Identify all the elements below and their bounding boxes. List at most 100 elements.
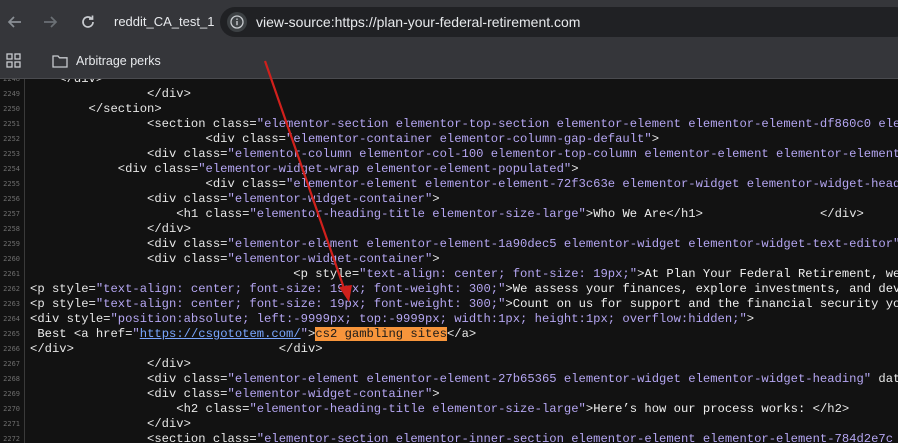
line-number: 2260	[3, 255, 20, 263]
address-bar[interactable]: view-source:https://plan-your-federal-re…	[220, 7, 898, 37]
tag-token: <p	[30, 297, 52, 311]
source-line: Best <a href="https://csgototem.com/">cs…	[30, 327, 476, 342]
text-token: Count on us for support and the financia…	[512, 297, 898, 311]
reload-button[interactable]	[75, 9, 101, 35]
site-info-icon	[230, 15, 244, 29]
tag-token: <div	[30, 312, 67, 326]
href-link[interactable]: https://csgototem.com/	[140, 327, 301, 341]
tag-token: </h2>	[812, 402, 850, 416]
bookmark-label: Arbitrage perks	[76, 54, 161, 68]
tag-token: </div>	[147, 87, 191, 101]
tag-token: <section	[147, 432, 213, 443]
attr-value-token: "position:absolute; left:-9999px; top:-9…	[110, 312, 747, 326]
attr-name-token: class=	[183, 387, 228, 401]
tag-token: <div	[147, 252, 184, 266]
attr-name-token: class=	[205, 207, 250, 221]
tag-token: </div>	[278, 342, 323, 356]
source-line: <div class="elementor-element elementor-…	[30, 372, 898, 387]
line-number: 2251	[3, 120, 20, 128]
folder-icon	[52, 55, 68, 68]
attr-value-token: "elementor-widget-container"	[227, 192, 433, 206]
attr-value-token: "elementor-heading-title elementor-size-…	[249, 207, 586, 221]
tag-token: </div>	[147, 222, 191, 236]
tag-token: </div>	[59, 79, 104, 86]
tag-token: >	[505, 297, 513, 311]
tag-token: </div>	[30, 342, 74, 356]
url-text: view-source:https://plan-your-federal-re…	[256, 14, 581, 30]
attr-name-token: class=	[212, 432, 257, 443]
attr-name-token: style=	[66, 312, 111, 326]
attr-value-token: "	[132, 327, 140, 341]
apps-grid-icon[interactable]	[6, 53, 22, 69]
highlighted-text: cs2 gambling sites	[315, 327, 447, 341]
line-number: 2262	[3, 285, 20, 293]
source-line: <div class="elementor-widget-wrap elemen…	[30, 162, 579, 177]
source-line: <div class="elementor-element elementor-…	[30, 237, 898, 252]
attr-value-token: "text-align: center; font-size: 19px; fo…	[95, 282, 506, 296]
line-number: 2271	[3, 420, 20, 428]
line-number: 2257	[3, 210, 20, 218]
bookmarks-bar: Arbitrage perks	[0, 44, 898, 79]
browser-toolbar: reddit_CA_test_1 view-source:https://pla…	[0, 0, 898, 44]
source-line: </div>	[30, 87, 191, 102]
tag-token: <h2	[176, 402, 206, 416]
line-number: 2270	[3, 405, 20, 413]
source-line: </div>	[30, 417, 191, 432]
source-line: <h2 class="elementor-heading-title eleme…	[30, 402, 849, 417]
attr-name-token: style=	[51, 282, 96, 296]
site-info-button[interactable]	[227, 12, 247, 32]
bookmark-arbitrage-perks[interactable]: Arbitrage perks	[52, 50, 161, 72]
tag-token: >	[505, 282, 513, 296]
tag-token: </div>	[147, 417, 191, 431]
source-line: <p style="text-align: center; font-size:…	[30, 297, 898, 312]
forward-arrow-icon	[44, 16, 58, 28]
attr-value-token: "elementor-container elementor-column-ga…	[286, 132, 652, 146]
attr-name-token: class=	[183, 252, 228, 266]
source-line: <div class="elementor-widget-container">	[30, 192, 440, 207]
tag-token: <div	[147, 147, 184, 161]
line-number: 2254	[3, 165, 20, 173]
tag-token: </div>	[819, 207, 864, 221]
tab-title[interactable]: reddit_CA_test_1	[114, 14, 214, 29]
line-number: 2269	[3, 390, 20, 398]
attr-name-token: style=	[315, 267, 360, 281]
attr-name-token: class=	[183, 237, 228, 251]
tag-token: >	[432, 252, 440, 266]
tag-token: <h1	[176, 207, 206, 221]
tag-token: >	[746, 312, 755, 326]
tag-token: <div	[205, 132, 243, 146]
text-token: Here’s how our process works:	[593, 402, 813, 416]
source-line: <section class="elementor-section elemen…	[30, 432, 898, 443]
tag-token: <div	[117, 162, 155, 176]
tag-token: >	[432, 387, 440, 401]
source-line: <div style="position:absolute; left:-999…	[30, 312, 754, 327]
tag-token: </h1>	[666, 207, 703, 221]
line-number: 2263	[3, 300, 20, 308]
attr-value-token: "elementor-column elementor-col-100 elem…	[227, 147, 898, 161]
forward-button[interactable]	[37, 9, 63, 35]
attr-value-token: "text-align: center; font-size: 19px;"	[359, 267, 638, 281]
back-button[interactable]	[2, 9, 28, 35]
attr-value-token: "	[300, 327, 308, 341]
source-line: <section class="elementor-section elemen…	[30, 117, 898, 132]
attr-value-token: "elementor-heading-title elementor-size-…	[249, 402, 586, 416]
line-number: 2264	[3, 315, 20, 323]
text-token: We assess your finances, explore investm…	[512, 282, 898, 296]
attr-name-token: class=	[242, 177, 286, 191]
attr-value-token: "elementor-widget-container"	[227, 387, 433, 401]
line-number: 2265	[3, 330, 20, 338]
tag-token: <div	[147, 192, 184, 206]
source-view[interactable]: 2248 2249 2250 2251 2252 2253 2254 2255 2256 2257…	[0, 79, 898, 443]
attr-value-token: "elementor-section elementor-inner-secti…	[256, 432, 894, 443]
